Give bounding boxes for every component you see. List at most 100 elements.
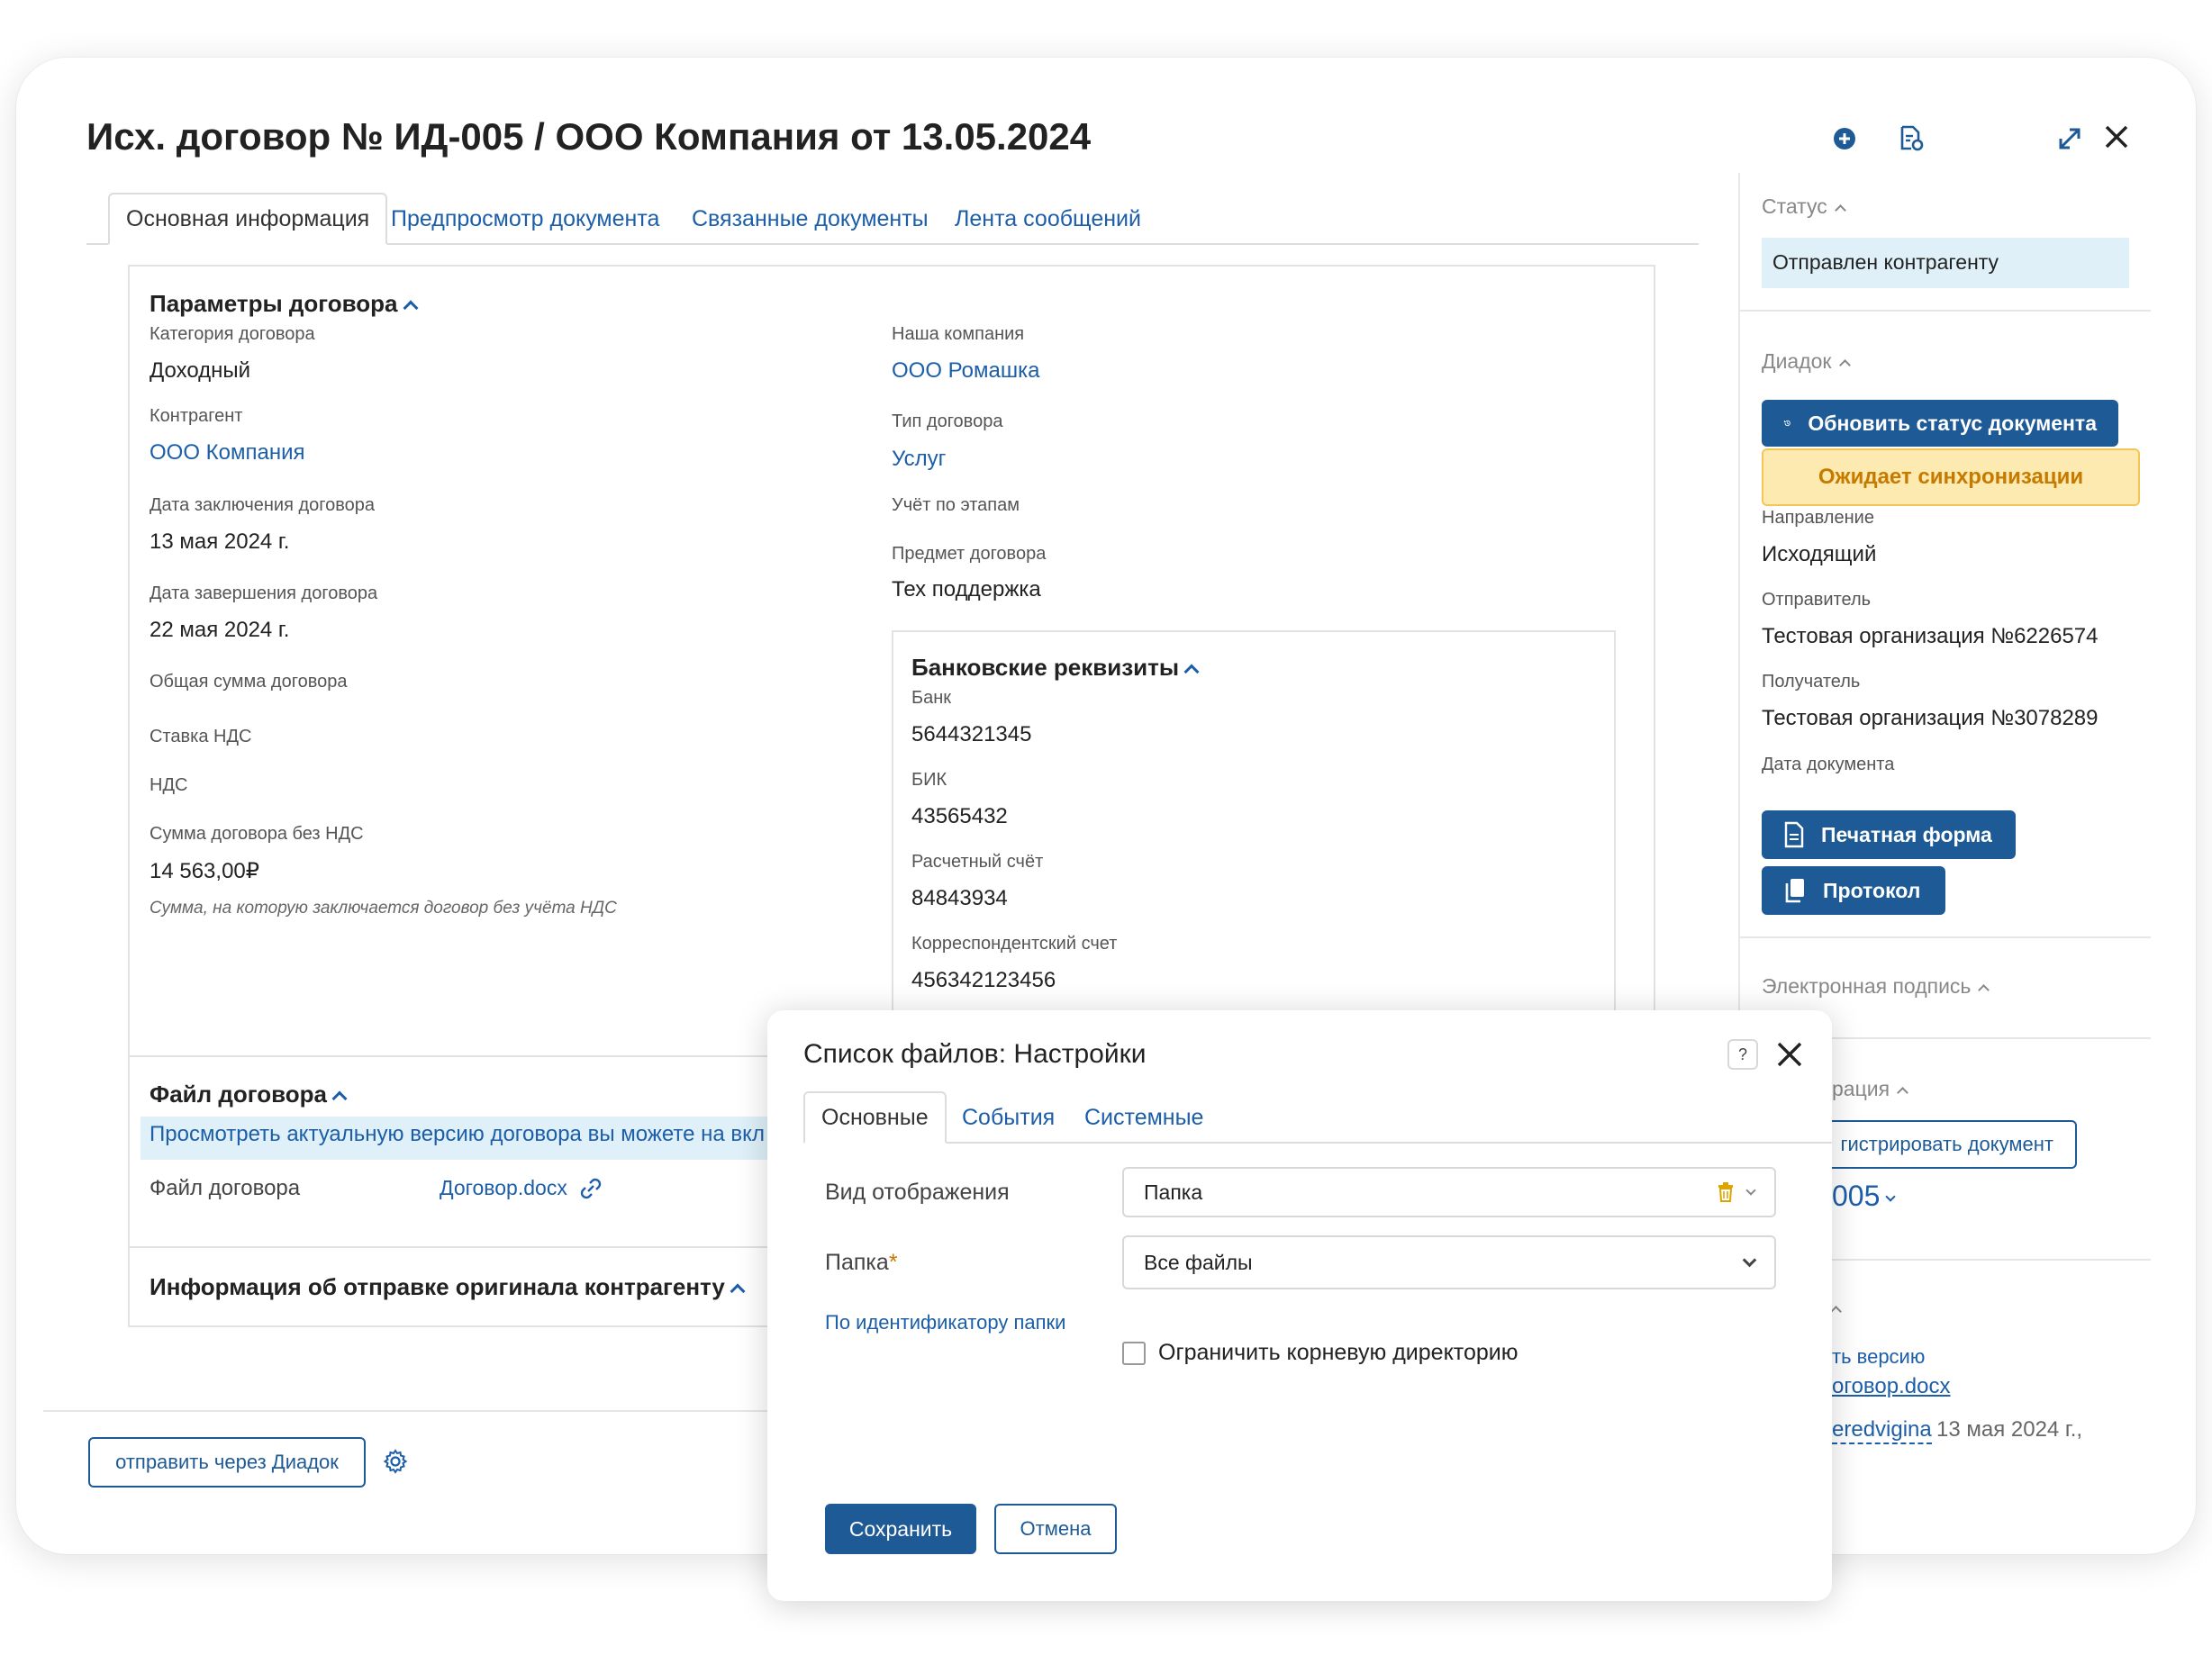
field-value: Исходящий — [1762, 542, 1877, 566]
field-label: Банк — [911, 688, 952, 708]
esign-title-text: Электронная подпись — [1762, 974, 1972, 998]
field-label: Учёт по этапам — [892, 495, 1020, 515]
field-label: Отправитель — [1762, 590, 1872, 610]
versions-section-title[interactable] — [1830, 1300, 1842, 1320]
folder-value: Все файлы — [1144, 1250, 1253, 1274]
view-mode-select[interactable]: Папка — [1122, 1167, 1776, 1217]
modal-tab-system[interactable]: Системные — [1068, 1091, 1219, 1144]
print-form-button[interactable]: Печатная форма — [1762, 810, 2016, 859]
diadoc-title-text: Диадок — [1762, 349, 1832, 373]
trash-icon[interactable] — [1717, 1181, 1735, 1203]
plus-circle-icon[interactable] — [1825, 119, 1864, 158]
field-label: Предмет договора — [892, 544, 1047, 564]
save-button[interactable]: Сохранить — [825, 1504, 976, 1554]
field-value: 43565432 — [911, 804, 1008, 828]
update-status-button[interactable]: Обновить статус документа — [1762, 400, 2118, 447]
version-author-link[interactable]: eredvigina — [1832, 1417, 1932, 1444]
folder-id-link[interactable]: По идентификатору папки — [825, 1311, 1065, 1334]
protocol-label: Протокол — [1823, 878, 1921, 902]
contract-file-link[interactable]: Договор.docx — [440, 1176, 567, 1200]
modal-tab-events[interactable]: События — [946, 1091, 1071, 1144]
registration-title-text: рация — [1832, 1077, 1890, 1100]
gear-icon[interactable] — [382, 1448, 409, 1479]
tab-document-preview[interactable]: Предпросмотр документа — [375, 193, 675, 245]
tab-message-feed[interactable]: Лента сообщений — [938, 193, 1157, 245]
sidebar-divider-line — [1740, 310, 2151, 312]
document-icon — [1784, 821, 1804, 848]
field-value: Доходный — [150, 358, 251, 383]
modal-title: Список файлов: Настройки — [803, 1039, 1147, 1069]
close-icon[interactable] — [2097, 117, 2136, 157]
amount-hint: Сумма, на которую заключается договор бе… — [150, 899, 617, 918]
field-label: Направление — [1762, 508, 1874, 528]
esign-section-title[interactable]: Электронная подпись — [1762, 974, 1990, 999]
page-title: Исх. договор № ИД-005 / ООО Компания от … — [86, 115, 1092, 158]
view-version-link[interactable]: ть версию — [1832, 1345, 1925, 1369]
field-label: НДС — [150, 775, 188, 795]
contract-file-title[interactable]: Файл договора — [150, 1081, 348, 1108]
original-info-title-text: Информация об отправке оригинала контраг… — [150, 1273, 725, 1300]
diadoc-section-title[interactable]: Диадок — [1762, 349, 1851, 374]
print-form-label: Печатная форма — [1821, 822, 1992, 846]
field-value: Тестовая организация №6226574 — [1762, 624, 2099, 648]
chevron-up-icon — [331, 1090, 348, 1106]
field-value: 84843934 — [911, 886, 1008, 910]
contract-params-title[interactable]: Параметры договора — [150, 290, 419, 318]
help-icon[interactable]: ? — [1727, 1039, 1758, 1070]
tab-related-documents[interactable]: Связанные документы — [675, 193, 945, 245]
cancel-button[interactable]: Отмена — [994, 1504, 1117, 1554]
version-file-link[interactable]: оговор.docx — [1832, 1374, 1950, 1399]
folder-select[interactable]: Все файлы — [1122, 1235, 1776, 1289]
field-label: Наша компания — [892, 324, 1025, 344]
chevron-down-icon — [1742, 1253, 1757, 1268]
field-value: 456342123456 — [911, 968, 1056, 992]
contract-type-link[interactable]: Услуг — [892, 447, 946, 472]
status-section-title[interactable]: Статус — [1762, 194, 1846, 219]
status-value: Отправлен контрагенту — [1762, 238, 2129, 288]
field-value: 5644321345 — [911, 722, 1032, 746]
send-diadoc-button[interactable]: отправить через Диадок — [88, 1437, 366, 1488]
registration-number-text: 005 — [1832, 1180, 1881, 1212]
chevron-down-icon — [1745, 1184, 1756, 1196]
counterparty-link[interactable]: ООО Компания — [150, 440, 305, 466]
tab-main-info[interactable]: Основная информация — [108, 193, 388, 245]
field-label: Ставка НДС — [150, 727, 252, 746]
sync-status-badge: Ожидает синхронизации — [1762, 448, 2140, 506]
chevron-up-icon — [1838, 359, 1851, 371]
registration-section-title[interactable]: рация — [1832, 1077, 1908, 1101]
document-settings-icon[interactable] — [1891, 119, 1931, 158]
chevron-up-icon — [1897, 1087, 1908, 1099]
register-document-button[interactable]: гистрировать документ — [1801, 1120, 2077, 1169]
protocol-button[interactable]: Протокол — [1762, 866, 1945, 915]
required-mark: * — [888, 1250, 898, 1275]
field-value: 13 мая 2024 г. — [150, 529, 290, 554]
update-status-label: Обновить статус документа — [1808, 411, 2097, 435]
bank-details-title-text: Банковские реквизиты — [911, 654, 1180, 681]
close-icon[interactable] — [1774, 1039, 1805, 1074]
expand-icon[interactable] — [2050, 119, 2090, 158]
version-date: 13 мая 2024 г., — [1936, 1417, 2083, 1442]
view-mode-label: Вид отображения — [825, 1180, 1010, 1205]
registration-number[interactable]: 005 — [1832, 1180, 1897, 1213]
folder-label: Папка* — [825, 1250, 898, 1276]
field-label: Расчетный счёт — [911, 852, 1044, 872]
our-company-link[interactable]: ООО Ромашка — [892, 358, 1039, 384]
original-info-title[interactable]: Информация об отправке оригинала контраг… — [150, 1273, 746, 1301]
chevron-up-icon — [403, 300, 419, 315]
chevron-up-icon — [1834, 204, 1846, 216]
field-label: Категория договора — [150, 324, 315, 344]
chevron-up-icon — [1830, 1306, 1842, 1317]
sidebar-divider-line — [1740, 936, 2151, 938]
field-value: Тестовая организация №3078289 — [1762, 706, 2099, 730]
bank-details-title[interactable]: Банковские реквизиты — [911, 654, 1200, 682]
limit-root-checkbox[interactable] — [1122, 1342, 1146, 1365]
chevron-up-icon — [1183, 664, 1200, 679]
chevron-up-icon — [1978, 984, 1990, 996]
link-icon[interactable] — [578, 1176, 603, 1206]
modal-tab-basic[interactable]: Основные — [803, 1091, 947, 1144]
field-label: Дата документа — [1762, 755, 1895, 774]
field-label: Файл договора — [150, 1176, 301, 1200]
field-label: Тип договора — [892, 411, 1003, 431]
field-label: Контрагент — [150, 406, 243, 426]
folder-label-text: Папка — [825, 1250, 889, 1275]
